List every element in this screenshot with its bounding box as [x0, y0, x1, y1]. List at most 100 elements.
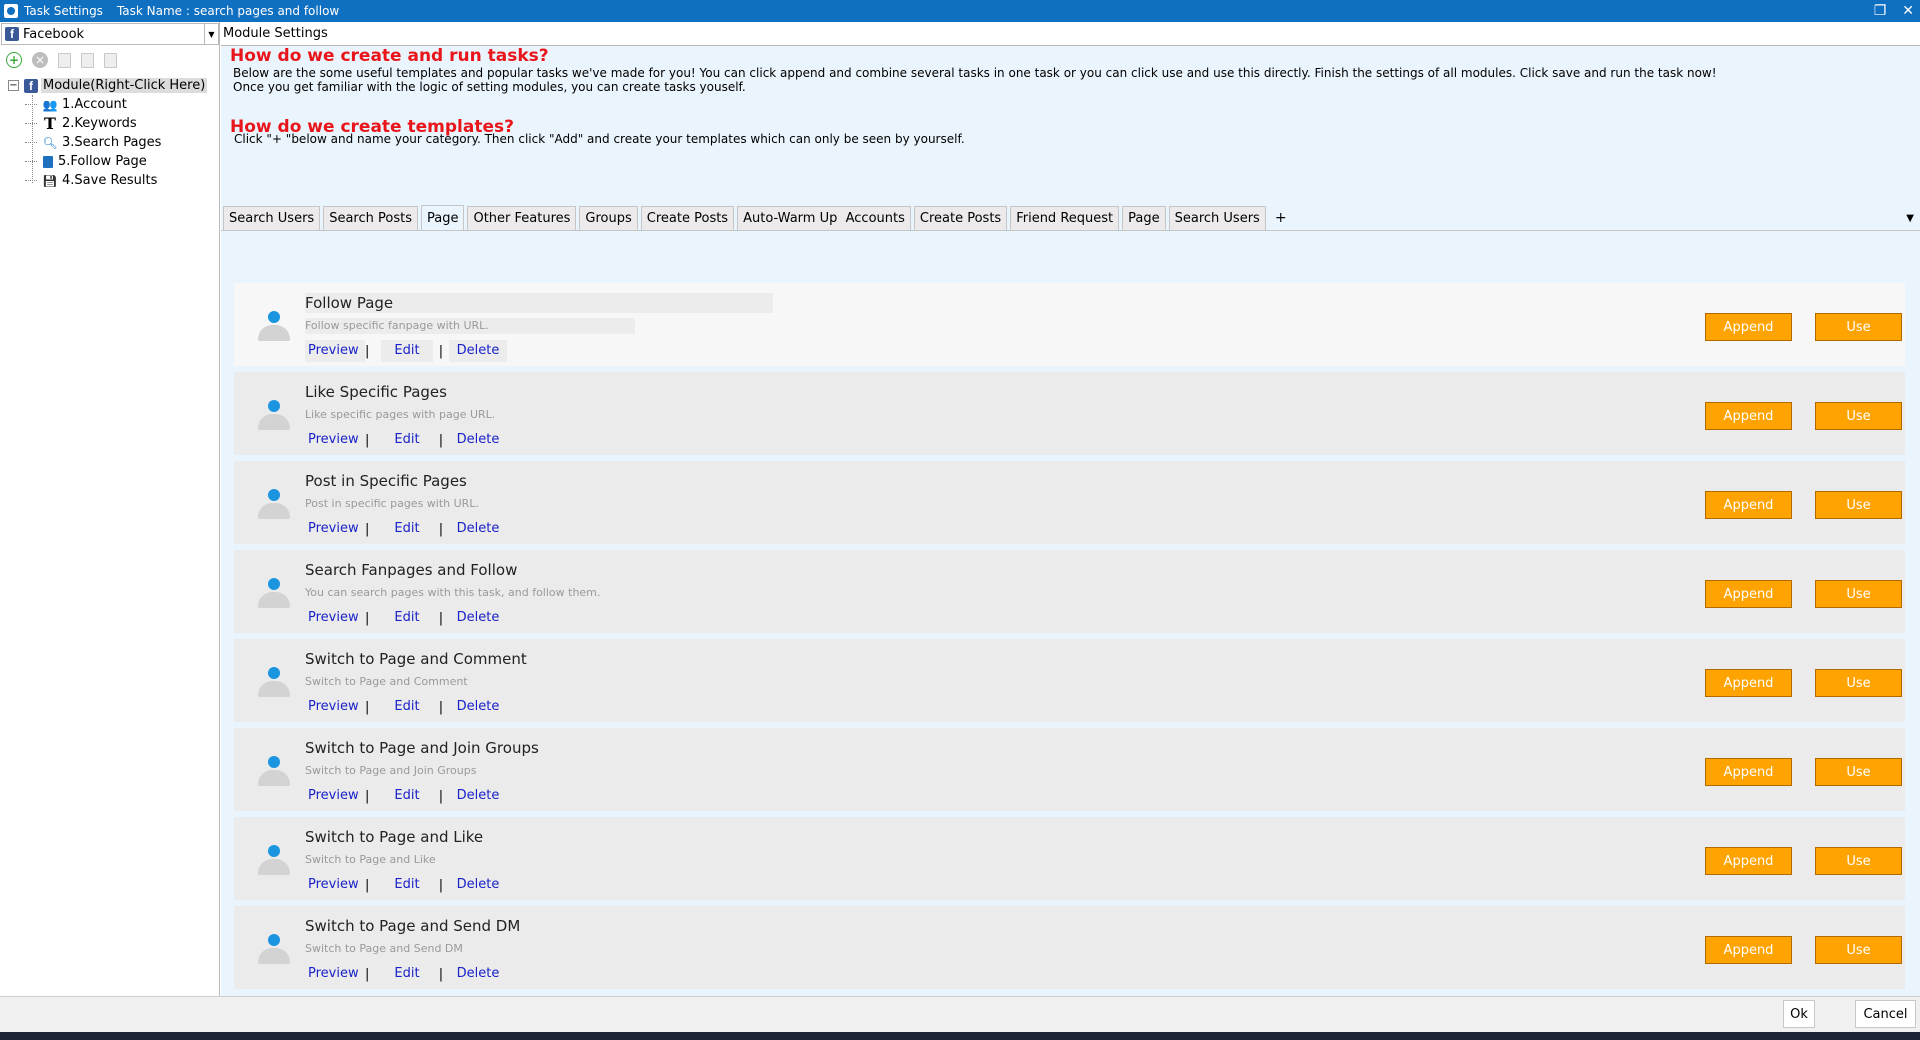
append-button[interactable]: Append: [1705, 402, 1792, 430]
append-button[interactable]: Append: [1705, 313, 1792, 341]
edit-link[interactable]: Edit: [381, 607, 433, 629]
preview-link[interactable]: Preview: [305, 607, 365, 629]
tree-root[interactable]: − f Module(Right-Click Here): [8, 76, 208, 95]
task-name-label: Task Name : search pages and follow: [116, 4, 340, 18]
tree-item-save-results[interactable]: 💾︎ 4.Save Results: [24, 171, 207, 190]
use-button[interactable]: Use: [1815, 847, 1902, 875]
append-button[interactable]: Append: [1705, 669, 1792, 697]
template-actions: Preview | Edit | Delete: [305, 963, 507, 985]
preview-link[interactable]: Preview: [305, 785, 365, 807]
tree-item-keywords[interactable]: T 2.Keywords: [24, 114, 207, 133]
edit-link[interactable]: Edit: [381, 429, 433, 451]
tree-item-account[interactable]: 👥 1.Account: [24, 95, 207, 114]
link-separator: |: [365, 432, 370, 448]
edit-link[interactable]: Edit: [381, 518, 433, 540]
tab-other-features[interactable]: Other Features: [467, 206, 577, 230]
edit-link[interactable]: Edit: [381, 785, 433, 807]
tab-search-users-2[interactable]: Search Users: [1168, 206, 1266, 230]
preview-link[interactable]: Preview: [305, 518, 365, 540]
close-icon[interactable]: ✕: [1902, 3, 1914, 19]
tree-item-follow-page[interactable]: 5.Follow Page: [24, 152, 207, 171]
ok-button[interactable]: Ok: [1783, 1000, 1815, 1028]
tab-create-posts-2[interactable]: Create Posts: [913, 206, 1008, 230]
delete-link[interactable]: Delete: [449, 874, 507, 896]
tab-groups[interactable]: Groups: [579, 206, 638, 230]
title-bar: Task Settings Task Name : search pages a…: [0, 0, 1920, 22]
tab-menu-icon[interactable]: ▼: [1906, 213, 1914, 224]
document-icon[interactable]: [58, 52, 71, 68]
module-toolbar: + ×: [6, 50, 117, 70]
template-card: Like Specific Pages Like specific pages w…: [234, 372, 1905, 455]
template-card: Switch to Page and Like Switch to Page an…: [234, 817, 1905, 900]
app-icon: [4, 4, 18, 18]
tab-search-posts[interactable]: Search Posts: [323, 206, 418, 230]
template-actions: Preview | Edit | Delete: [305, 696, 507, 718]
template-title: Like Specific Pages: [305, 383, 447, 401]
template-actions: Preview | Edit | Delete: [305, 340, 507, 362]
edit-link[interactable]: Edit: [381, 963, 433, 985]
tab-page[interactable]: Page: [420, 205, 465, 230]
use-button[interactable]: Use: [1815, 313, 1902, 341]
copy-icon[interactable]: [81, 52, 94, 68]
preview-link[interactable]: Preview: [305, 696, 365, 718]
use-button[interactable]: Use: [1815, 402, 1902, 430]
info-text-line1: Below are the some useful templates and …: [233, 66, 1717, 80]
tab-create-posts[interactable]: Create Posts: [640, 206, 735, 230]
tab-search-users[interactable]: Search Users: [223, 206, 321, 230]
edit-link[interactable]: Edit: [381, 340, 433, 362]
tree-item-label: 5.Follow Page: [58, 154, 147, 169]
append-button[interactable]: Append: [1705, 758, 1792, 786]
template-actions: Preview | Edit | Delete: [305, 874, 507, 896]
append-button[interactable]: Append: [1705, 847, 1792, 875]
use-button[interactable]: Use: [1815, 936, 1902, 964]
delete-link[interactable]: Delete: [449, 607, 507, 629]
use-button[interactable]: Use: [1815, 669, 1902, 697]
tab-auto-warm-up-accounts[interactable]: Auto-Warm Up Accounts: [737, 206, 911, 230]
tab-friend-request[interactable]: Friend Request: [1010, 206, 1120, 230]
delete-module-icon[interactable]: ×: [32, 52, 48, 68]
append-button[interactable]: Append: [1705, 580, 1792, 608]
preview-link[interactable]: Preview: [305, 340, 365, 362]
user-avatar-icon: [256, 398, 290, 432]
use-button[interactable]: Use: [1815, 491, 1902, 519]
template-description: Switch to Page and Like: [305, 853, 436, 866]
tree-item-search-pages[interactable]: 🔍︎ 3.Search Pages: [24, 133, 207, 152]
add-module-icon[interactable]: +: [6, 52, 22, 68]
tab-page-2[interactable]: Page: [1122, 206, 1166, 230]
add-tab-button[interactable]: +: [1269, 206, 1293, 230]
cancel-button[interactable]: Cancel: [1855, 1000, 1916, 1028]
template-card: Search Fanpages and Follow You can search…: [234, 550, 1905, 633]
platform-select[interactable]: f Facebook ▼: [1, 23, 219, 45]
preview-link[interactable]: Preview: [305, 429, 365, 451]
delete-link[interactable]: Delete: [449, 785, 507, 807]
preview-link[interactable]: Preview: [305, 874, 365, 896]
link-separator: |: [365, 343, 370, 359]
facebook-icon: f: [5, 27, 19, 41]
taskbar: [0, 1032, 1920, 1040]
delete-link[interactable]: Delete: [449, 340, 507, 362]
delete-link[interactable]: Delete: [449, 518, 507, 540]
template-description: Switch to Page and Join Groups: [305, 764, 477, 777]
use-button[interactable]: Use: [1815, 758, 1902, 786]
edit-link[interactable]: Edit: [381, 696, 433, 718]
template-card: Post in Specific Pages Post in specific p…: [234, 461, 1905, 544]
template-title: Switch to Page and Comment: [305, 650, 527, 668]
delete-link[interactable]: Delete: [449, 429, 507, 451]
link-separator: |: [365, 521, 370, 537]
delete-link[interactable]: Delete: [449, 696, 507, 718]
use-button[interactable]: Use: [1815, 580, 1902, 608]
paste-icon[interactable]: [104, 52, 117, 68]
chevron-down-icon[interactable]: ▼: [204, 24, 218, 44]
template-card: Switch to Page and Comment Switch to Page…: [234, 639, 1905, 722]
collapse-icon[interactable]: −: [8, 80, 19, 91]
link-separator: |: [438, 521, 444, 537]
delete-link[interactable]: Delete: [449, 963, 507, 985]
edit-link[interactable]: Edit: [381, 874, 433, 896]
restore-icon[interactable]: ❐: [1874, 3, 1887, 19]
append-button[interactable]: Append: [1705, 491, 1792, 519]
preview-link[interactable]: Preview: [305, 963, 365, 985]
link-separator: |: [365, 699, 370, 715]
window-title: Task Settings: [24, 4, 103, 18]
info-text-templates: Click "+ "below and name your category. …: [234, 132, 965, 146]
append-button[interactable]: Append: [1705, 936, 1792, 964]
